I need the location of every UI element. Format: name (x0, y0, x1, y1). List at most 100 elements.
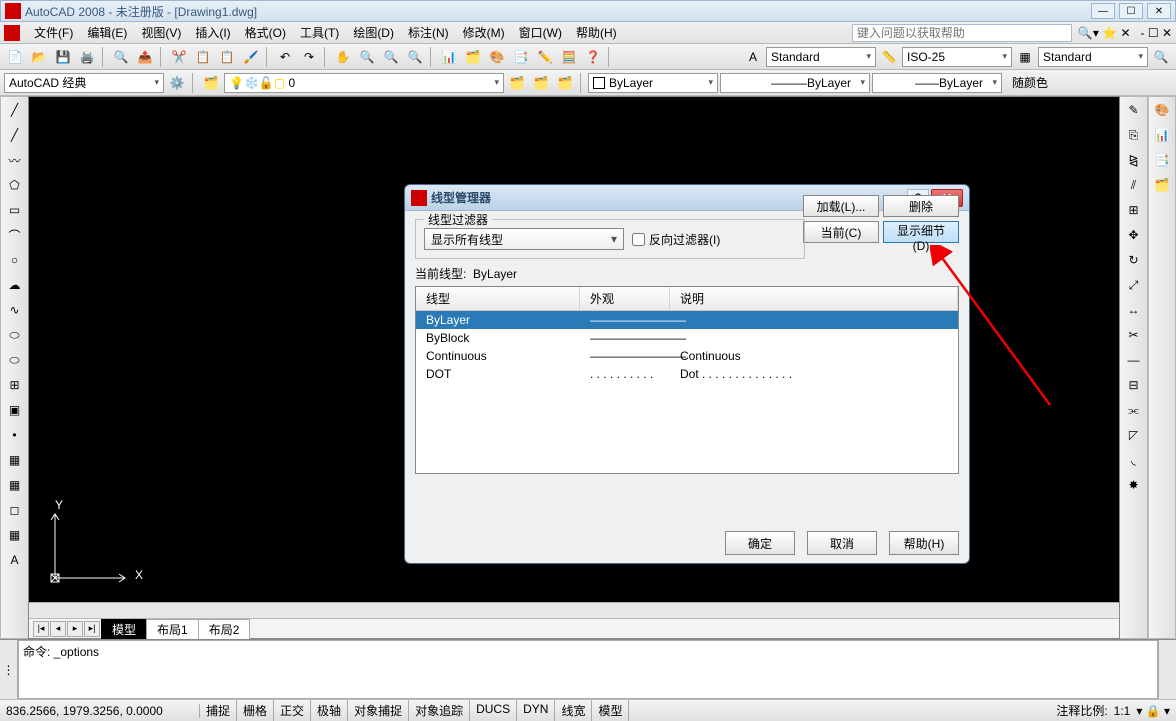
ducs-toggle[interactable]: DUCS (470, 700, 517, 721)
tab-prev-icon[interactable]: ◂ (50, 621, 66, 637)
table-icon[interactable]: ▦ (4, 524, 26, 546)
props-shortcut-icon[interactable]: 📊 (1151, 124, 1173, 146)
ltype-combo[interactable]: ——— ByLayer (720, 73, 870, 93)
explode-icon[interactable]: ✸ (1123, 474, 1145, 496)
lw-combo[interactable]: —— ByLayer (872, 73, 1002, 93)
ssm-shortcut-icon[interactable]: 📑 (1151, 149, 1173, 171)
open-icon[interactable]: 📂 (28, 46, 50, 68)
ortho-toggle[interactable]: 正交 (274, 700, 311, 721)
current-button[interactable]: 当前(C) (803, 221, 879, 243)
pline-icon[interactable]: 〰 (4, 149, 26, 171)
cancel-button[interactable]: 取消 (807, 531, 877, 555)
layer-state-icon[interactable]: 🗂️ (530, 72, 552, 94)
ssm-icon[interactable]: 📑 (510, 46, 532, 68)
new-icon[interactable]: 📄 (4, 46, 26, 68)
dimstyle-combo[interactable]: ISO-25 (902, 47, 1012, 67)
tp-shortcut-icon[interactable]: 🎨 (1151, 99, 1173, 121)
menu-window[interactable]: 窗口(W) (513, 22, 568, 43)
menu-file[interactable]: 文件(F) (28, 22, 79, 43)
tp-icon[interactable]: 🎨 (486, 46, 508, 68)
close-button[interactable]: ✕ (1147, 3, 1171, 19)
help-icon[interactable]: ❓ (582, 46, 604, 68)
menu-draw[interactable]: 绘图(D) (347, 22, 400, 43)
break-icon[interactable]: ⊟ (1123, 374, 1145, 396)
circle-icon[interactable]: ○ (4, 249, 26, 271)
ellipsearc-icon[interactable]: ⬭ (4, 349, 26, 371)
line-icon[interactable]: ╱ (4, 99, 26, 121)
osnap-toggle[interactable]: 对象捕捉 (348, 700, 409, 721)
polygon-icon[interactable]: ⬠ (4, 174, 26, 196)
grid-toggle[interactable]: 栅格 (237, 700, 274, 721)
rotate-icon[interactable]: ↻ (1123, 249, 1145, 271)
lwt-toggle[interactable]: 线宽 (555, 700, 592, 721)
layer-manager-icon[interactable]: 🗂️ (200, 72, 222, 94)
menu-modify[interactable]: 修改(M) (457, 22, 511, 43)
h-scrollbar[interactable] (29, 602, 1119, 618)
undo-icon[interactable]: ↶ (274, 46, 296, 68)
region-icon[interactable]: ◻ (4, 499, 26, 521)
redo-icon[interactable]: ↷ (298, 46, 320, 68)
invert-filter-checkbox[interactable]: 反向过滤器(I) (632, 231, 720, 248)
help-search-input[interactable] (852, 24, 1072, 42)
layer-combo[interactable]: 💡❄️🔓▢ 0 (224, 73, 504, 93)
publish-icon[interactable]: 📤 (134, 46, 156, 68)
tab-layout2[interactable]: 布局2 (198, 619, 251, 639)
ok-button[interactable]: 确定 (725, 531, 795, 555)
tab-model[interactable]: 模型 (101, 619, 147, 639)
maximize-button[interactable]: ☐ (1119, 3, 1143, 19)
offset-icon[interactable]: ⫽ (1123, 174, 1145, 196)
print-icon[interactable]: 🖨️ (76, 46, 98, 68)
status-coords[interactable]: 836.2566, 1979.3256, 0.0000 (0, 704, 200, 718)
menu-tools[interactable]: 工具(T) (294, 22, 345, 43)
help-button[interactable]: 帮助(H) (889, 531, 959, 555)
list-row[interactable]: DOT . . . . . . . . . . Dot . . . . . . … (416, 365, 958, 383)
save-icon[interactable]: 💾 (52, 46, 74, 68)
move-icon[interactable]: ✥ (1123, 224, 1145, 246)
tablestyle-icon[interactable]: ▦ (1014, 46, 1036, 68)
scale-icon[interactable]: ⤢ (1123, 274, 1145, 296)
point-icon[interactable]: • (4, 424, 26, 446)
menu-format[interactable]: 格式(O) (239, 22, 292, 43)
mtext-icon[interactable]: A (4, 549, 26, 571)
col-preview[interactable]: 外观 (580, 287, 670, 310)
layer-prev-icon[interactable]: 🗂️ (506, 72, 528, 94)
layer-iso-icon[interactable]: 🗂️ (554, 72, 576, 94)
zoom-rt-icon[interactable]: 🔍 (356, 46, 378, 68)
model-toggle[interactable]: 模型 (592, 700, 629, 721)
xline-icon[interactable]: ╱ (4, 124, 26, 146)
menu-view[interactable]: 视图(V) (135, 22, 187, 43)
delete-button[interactable]: 删除 (883, 195, 959, 217)
chamfer-icon[interactable]: ◸ (1123, 424, 1145, 446)
arc-icon[interactable]: ⌒ (4, 224, 26, 246)
mirror-icon[interactable]: ⧎ (1123, 149, 1145, 171)
color-combo[interactable]: ByLayer (588, 73, 718, 93)
array-icon[interactable]: ⊞ (1123, 199, 1145, 221)
menu-edit[interactable]: 编辑(E) (81, 22, 133, 43)
load-button[interactable]: 加载(L)... (803, 195, 879, 217)
tab-last-icon[interactable]: ▸| (84, 621, 100, 637)
gradient-icon[interactable]: ▦ (4, 474, 26, 496)
command-text[interactable]: 命令: _options 命令: (18, 640, 1158, 699)
rect-icon[interactable]: ▭ (4, 199, 26, 221)
col-desc[interactable]: 说明 (670, 287, 958, 310)
textstyle-combo[interactable]: Standard (766, 47, 876, 67)
list-row[interactable]: ByBlock ———————— (416, 329, 958, 347)
pan-icon[interactable]: ✋ (332, 46, 354, 68)
calc-icon[interactable]: 🧮 (558, 46, 580, 68)
search-icon[interactable]: 🔍 (1150, 46, 1172, 68)
spline-icon[interactable]: ∿ (4, 299, 26, 321)
zoom-win-icon[interactable]: 🔍 (380, 46, 402, 68)
menu-dim[interactable]: 标注(N) (402, 22, 455, 43)
minimize-button[interactable]: — (1091, 3, 1115, 19)
cut-icon[interactable]: ✂️ (168, 46, 190, 68)
col-name[interactable]: 线型 (416, 287, 580, 310)
workspace-combo[interactable]: AutoCAD 经典 (4, 73, 164, 93)
cmd-handle-icon[interactable]: ⋮ (0, 640, 18, 699)
extend-icon[interactable]: — (1123, 349, 1145, 371)
snap-toggle[interactable]: 捕捉 (200, 700, 237, 721)
anno-value[interactable]: 1:1 (1114, 704, 1131, 718)
tab-first-icon[interactable]: |◂ (33, 621, 49, 637)
menu-insert[interactable]: 插入(I) (189, 22, 236, 43)
properties-icon[interactable]: 📊 (438, 46, 460, 68)
tab-layout1[interactable]: 布局1 (146, 619, 199, 639)
